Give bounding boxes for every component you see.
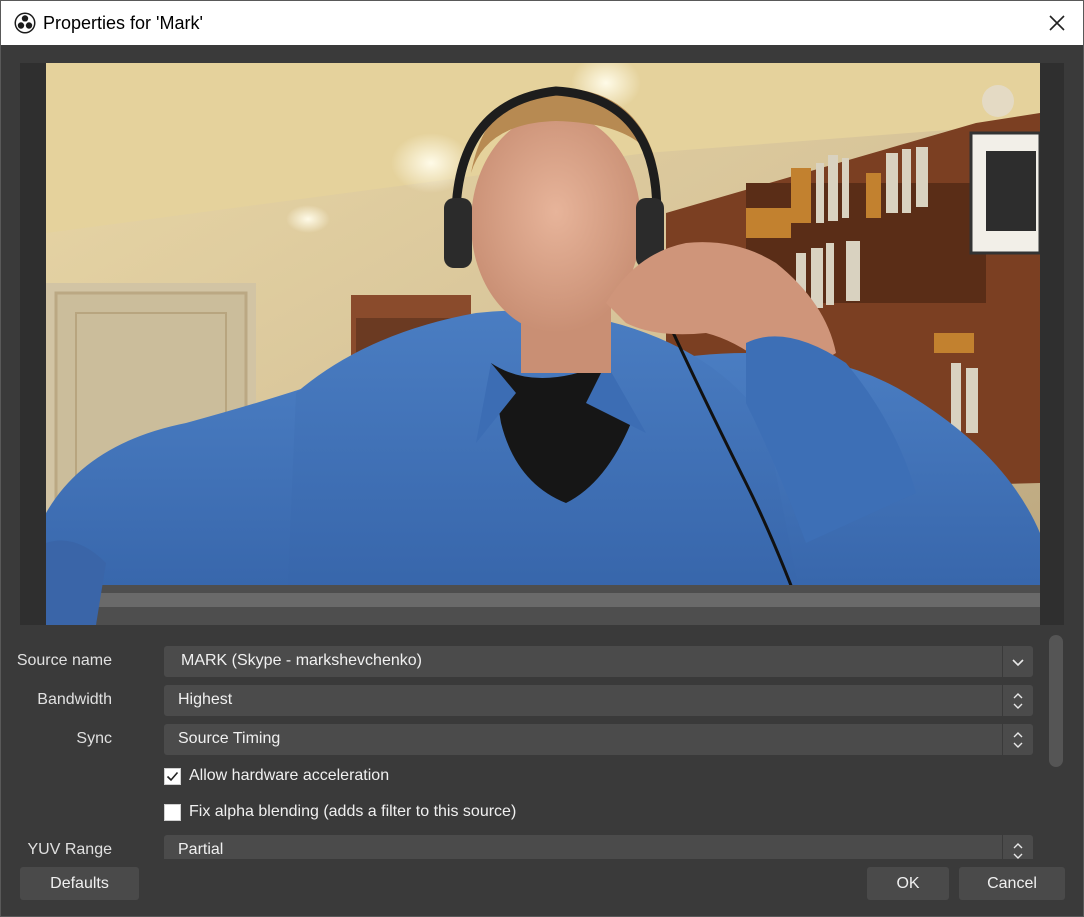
fix-alpha-label: Fix alpha blending (adds a filter to thi… xyxy=(189,803,517,820)
obs-logo-icon xyxy=(14,12,36,34)
spin-arrows[interactable] xyxy=(1002,724,1033,755)
source-name-dropdown[interactable]: MARK (Skype - markshevchenko) xyxy=(164,646,1033,677)
dropdown-button[interactable] xyxy=(1002,646,1033,677)
yuv-range-label: YUV Range xyxy=(27,841,113,858)
close-icon[interactable] xyxy=(1045,11,1069,35)
fix-alpha-checkbox[interactable] xyxy=(164,804,181,821)
updown-chevron-icon xyxy=(1013,731,1023,748)
yuv-range-row: YUV Range Partial xyxy=(1,835,1041,859)
source-name-label: Source name xyxy=(16,652,112,669)
cancel-button[interactable]: Cancel xyxy=(959,867,1065,900)
spin-arrows[interactable] xyxy=(1002,835,1033,859)
bandwidth-value: Highest xyxy=(178,691,233,708)
window-title: Properties for 'Mark' xyxy=(43,12,203,33)
sync-value: Source Timing xyxy=(178,730,281,747)
updown-chevron-icon xyxy=(1013,692,1023,709)
ok-button[interactable]: OK xyxy=(867,867,949,900)
bandwidth-label: Bandwidth xyxy=(37,691,112,708)
properties-dialog: Properties for 'Mark' Source name MARK (… xyxy=(0,0,1084,917)
yuv-range-value: Partial xyxy=(178,841,224,858)
checkmark-icon xyxy=(166,771,179,782)
sync-row: Sync Source Timing xyxy=(1,724,1041,755)
defaults-button[interactable]: Defaults xyxy=(20,867,139,900)
hw-accel-checkbox[interactable] xyxy=(164,768,181,785)
properties-scrollbar[interactable] xyxy=(1049,635,1063,767)
updown-chevron-icon xyxy=(1013,842,1023,859)
yuv-range-select[interactable]: Partial xyxy=(164,835,1033,859)
sync-label: Sync xyxy=(76,730,112,747)
bandwidth-select[interactable]: Highest xyxy=(164,685,1033,716)
source-name-row: Source name MARK (Skype - markshevchenko… xyxy=(1,646,1041,677)
bandwidth-row: Bandwidth Highest xyxy=(1,685,1041,716)
source-preview xyxy=(46,63,1040,625)
chevron-down-icon xyxy=(1012,658,1024,666)
source-name-value: MARK (Skype - markshevchenko) xyxy=(181,652,422,669)
properties-panel: Source name MARK (Skype - markshevchenko… xyxy=(1,633,1083,859)
title-bar: Properties for 'Mark' xyxy=(1,1,1083,45)
hw-accel-label: Allow hardware acceleration xyxy=(189,767,390,784)
sync-select[interactable]: Source Timing xyxy=(164,724,1033,755)
spin-arrows[interactable] xyxy=(1002,685,1033,716)
